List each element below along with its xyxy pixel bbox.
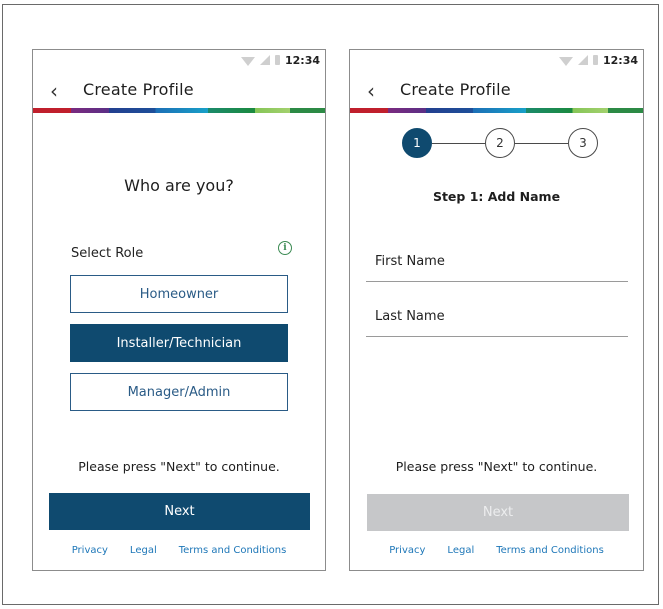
wifi-icon — [240, 56, 255, 66]
first-name-label: First Name — [375, 254, 445, 269]
legal-link[interactable]: Legal — [130, 545, 157, 556]
last-name-label: Last Name — [375, 309, 445, 324]
terms-link[interactable]: Terms and Conditions — [179, 545, 287, 556]
step-1: 1 — [402, 128, 432, 158]
role-question: Who are you? — [124, 176, 234, 195]
terms-link[interactable]: Terms and Conditions — [496, 545, 604, 556]
next-button-disabled[interactable]: Next — [367, 494, 629, 531]
step-connector — [432, 143, 485, 144]
step-title: Step 1: Add Name — [432, 189, 561, 204]
step-3: 3 — [568, 128, 598, 158]
phone-screen-select-role: 12:34 ‹ Create Profile Who are you? Sele… — [32, 49, 326, 571]
brand-color-stripe — [350, 108, 643, 113]
role-option-manager-admin[interactable]: Manager/Admin — [70, 373, 288, 411]
signal-icon — [259, 55, 270, 65]
next-button[interactable]: Next — [49, 493, 310, 530]
page-title: Create Profile — [83, 80, 194, 99]
brand-color-stripe — [33, 108, 325, 113]
app-bar: ‹ Create Profile — [33, 77, 325, 107]
battery-icon — [592, 55, 598, 65]
battery-icon — [274, 55, 280, 65]
signal-icon — [577, 55, 588, 65]
footer-links: Privacy Legal Terms and Conditions — [33, 545, 325, 556]
legal-link[interactable]: Legal — [447, 545, 474, 556]
phone-screen-add-name: 12:34 ‹ Create Profile 1 2 3 Step 1: Add… — [349, 49, 644, 571]
page-title: Create Profile — [400, 80, 511, 99]
select-role-label: Select Role — [71, 246, 144, 261]
privacy-link[interactable]: Privacy — [389, 545, 425, 556]
continue-hint: Please press "Next" to continue. — [78, 459, 280, 474]
role-option-installer-technician[interactable]: Installer/Technician — [70, 324, 288, 362]
first-name-field[interactable]: First Name — [366, 251, 628, 282]
status-time: 12:34 — [602, 53, 638, 67]
status-bar: 12:34 — [240, 50, 325, 70]
progress-stepper: 1 2 3 — [402, 128, 598, 160]
chevron-left-icon[interactable]: ‹ — [361, 81, 381, 101]
role-option-homeowner[interactable]: Homeowner — [70, 275, 288, 313]
app-bar: ‹ Create Profile — [350, 77, 643, 107]
status-time: 12:34 — [284, 53, 320, 67]
privacy-link[interactable]: Privacy — [72, 545, 108, 556]
info-icon[interactable]: i — [278, 241, 292, 255]
chevron-left-icon[interactable]: ‹ — [44, 81, 64, 101]
footer-links: Privacy Legal Terms and Conditions — [350, 545, 643, 556]
last-name-field[interactable]: Last Name — [366, 306, 628, 337]
step-2: 2 — [485, 128, 515, 158]
continue-hint: Please press "Next" to continue. — [395, 459, 598, 474]
step-connector — [515, 143, 568, 144]
status-bar: 12:34 — [558, 50, 643, 70]
wifi-icon — [558, 56, 573, 66]
